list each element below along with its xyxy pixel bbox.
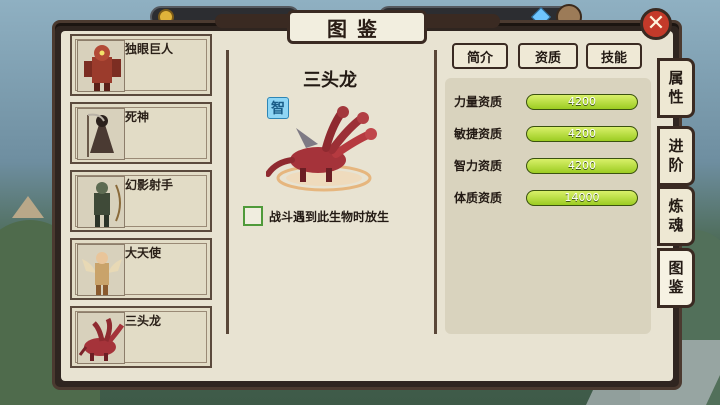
tab-intro[interactable]: 简介 (452, 43, 508, 69)
side-tab-advance[interactable]: 进 阶 (657, 126, 695, 186)
tab-skills-label: 技能 (600, 50, 627, 66)
creature-card-hydra[interactable]: 三头龙 (70, 306, 212, 368)
release-option[interactable]: 战斗遇到此生物时放生 (243, 206, 389, 226)
stat-agility: 敏捷资质 4200 (454, 125, 638, 142)
creature-card-archangel[interactable]: 大天使 (70, 238, 212, 300)
divider-right (434, 50, 437, 334)
tab-aptitude-label: 资质 (534, 50, 561, 66)
archangel-portrait (77, 244, 125, 296)
creature-card-death[interactable]: 死神 (70, 102, 212, 164)
divider-left (226, 50, 229, 334)
stat-bar: 4200 (526, 93, 638, 110)
stat-bar: 14000 (526, 189, 638, 206)
creature-name: 三头龙 (125, 314, 162, 328)
stat-value: 14000 (564, 191, 600, 204)
title-wing-right (425, 14, 500, 28)
tab-aptitude[interactable]: 资质 (518, 43, 578, 69)
side-tab-char: 魂 (668, 216, 684, 234)
side-tab-char: 性 (668, 88, 684, 106)
stat-value: 4200 (568, 159, 596, 172)
stat-label: 力量资质 (454, 95, 503, 109)
release-checkbox[interactable] (243, 206, 263, 226)
creature-list[interactable]: 独眼巨人 死神 幻影射手 大天使 三头龙 (70, 34, 212, 374)
stat-label: 敏捷资质 (454, 127, 503, 141)
side-tab-char: 进 (668, 137, 684, 156)
creature-name: 独眼巨人 (125, 42, 174, 56)
archer-portrait (77, 176, 125, 228)
stat-bar: 4200 (526, 157, 638, 174)
side-tab-char: 图 (668, 259, 684, 278)
tab-skills[interactable]: 技能 (586, 43, 642, 69)
hydra-portrait (77, 312, 125, 364)
side-tab-soul-refine[interactable]: 炼 魂 (657, 186, 695, 246)
title-wing-left (215, 14, 290, 28)
aptitude-panel (445, 78, 651, 334)
close-icon: ✕ (646, 11, 666, 36)
creature-card-phantom-archer[interactable]: 幻影射手 (70, 170, 212, 232)
tent-icon (12, 196, 44, 218)
side-tab-char: 阶 (668, 156, 684, 174)
hydra-illustration (266, 106, 377, 192)
creature-name: 死神 (125, 110, 150, 124)
stat-strength: 力量资质 4200 (454, 93, 638, 110)
side-tab-char: 鉴 (668, 278, 684, 296)
creature-detail-name: 三头龙 (303, 70, 357, 91)
side-tab-char: 炼 (668, 197, 684, 216)
tab-intro-label: 简介 (466, 50, 493, 66)
close-button[interactable]: ✕ (640, 8, 672, 40)
side-tab-attributes[interactable]: 属 性 (657, 58, 695, 118)
release-label: 战斗遇到此生物时放生 (269, 209, 390, 224)
stat-intelligence: 智力资质 4200 (454, 157, 638, 174)
creature-name: 大天使 (125, 246, 162, 260)
creature-name: 幻影射手 (125, 178, 174, 192)
cyclops-portrait (77, 40, 125, 92)
side-tab-char: 属 (668, 69, 684, 88)
stat-constitution: 体质资质 14000 (454, 189, 638, 206)
window-title: 图鉴 (287, 10, 427, 44)
side-tab-bestiary[interactable]: 图 鉴 (657, 248, 695, 308)
death-portrait (77, 108, 125, 160)
stat-value: 4200 (568, 95, 596, 108)
stat-bar: 4200 (526, 125, 638, 142)
creature-card-cyclops[interactable]: 独眼巨人 (70, 34, 212, 96)
stat-label: 智力资质 (454, 159, 503, 173)
stat-value: 4200 (568, 127, 596, 140)
stat-label: 体质资质 (454, 191, 503, 205)
window-title-text: 图鉴 (327, 16, 387, 41)
